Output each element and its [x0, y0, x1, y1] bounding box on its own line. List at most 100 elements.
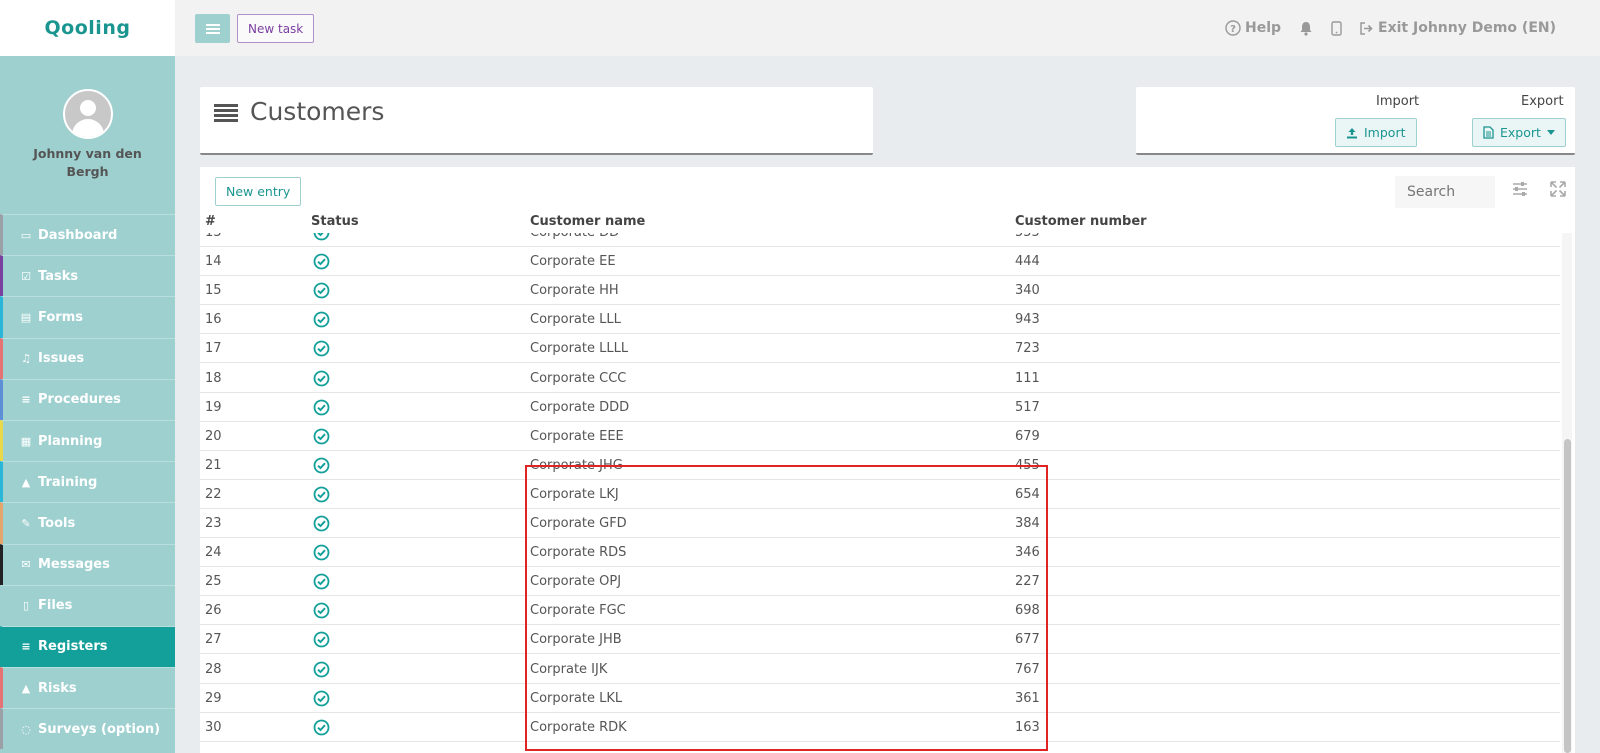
import-button[interactable]: Import — [1335, 118, 1417, 147]
row-number: 26 — [205, 603, 222, 619]
bell-icon — [1300, 21, 1312, 36]
row-number: 24 — [205, 545, 222, 561]
column-header-customer-name[interactable]: Customer name — [530, 214, 645, 229]
highlight-box — [525, 465, 1048, 751]
sidebar-item-procedures[interactable]: ≡ Procedures — [0, 378, 175, 420]
row-number: 28 — [205, 661, 222, 677]
row-number: 22 — [205, 486, 222, 502]
column-header-status[interactable]: Status — [311, 214, 359, 229]
sidebar-item-training[interactable]: ▲ Training — [0, 461, 175, 503]
app-logo[interactable]: Qooling — [45, 17, 131, 39]
customer-name: Corporate LLL — [530, 312, 621, 328]
export-button-label: Export — [1500, 125, 1541, 140]
row-number: 18 — [205, 370, 222, 386]
new-task-button[interactable]: New task — [237, 14, 315, 43]
sidebar-item-surveys-option[interactable]: ◌ Surveys (option) — [0, 708, 175, 750]
sidebar-item-label: Tasks — [38, 268, 79, 284]
expand-icon[interactable] — [1550, 181, 1566, 197]
upload-icon — [1347, 127, 1357, 138]
status-check-icon — [313, 233, 330, 241]
page-header-panel: Customers — [200, 87, 873, 155]
scrollbar-thumb[interactable] — [1564, 439, 1571, 753]
table-row[interactable]: 16 Corporate LLL 943 — [200, 305, 1560, 335]
column-header-num[interactable]: # — [205, 214, 216, 229]
warning-icon: ▲ — [21, 681, 31, 695]
sidebar-item-label: Files — [38, 598, 73, 614]
table-row[interactable]: 19 Corporate DDD 517 — [200, 393, 1560, 422]
row-number: 17 — [205, 341, 222, 357]
customer-name: Corporate EE — [530, 254, 616, 270]
table-row[interactable]: 15 Corporate HH 340 — [200, 276, 1560, 306]
customer-name: Corporate DDD — [530, 399, 630, 415]
sidebar-item-tasks[interactable]: ☑ Tasks — [0, 255, 175, 297]
row-number: 19 — [205, 399, 222, 415]
import-button-label: Import — [1364, 125, 1406, 140]
topbar: New task ? Help Exit Johnny Demo (EN) — [175, 0, 1600, 56]
customer-number: 111 — [1015, 370, 1040, 386]
envelope-icon: ✉ — [21, 558, 31, 572]
export-button[interactable]: Export — [1472, 118, 1566, 147]
customer-number: 723 — [1015, 341, 1040, 357]
table-header: # Status Customer name Customer number — [200, 211, 1560, 233]
customer-number: 679 — [1015, 428, 1040, 444]
customer-name: Corporate HH — [530, 283, 619, 299]
status-check-icon — [313, 661, 330, 677]
customer-name: Corporate CCC — [530, 370, 627, 386]
sidebar-item-risks[interactable]: ▲ Risks — [0, 667, 175, 709]
search-input[interactable] — [1395, 176, 1495, 208]
status-check-icon — [313, 399, 330, 415]
bell-icon: ♫ — [21, 352, 31, 366]
column-header-customer-number[interactable]: Customer number — [1015, 214, 1147, 229]
sidebar-item-label: Registers — [38, 639, 108, 655]
customer-number: 444 — [1015, 254, 1040, 270]
sidebar-item-label: Issues — [38, 351, 85, 367]
sidebar-item-label: Procedures — [38, 392, 121, 408]
status-check-icon — [313, 253, 330, 270]
calendar-icon: ▦ — [20, 434, 32, 448]
status-check-icon — [313, 544, 330, 561]
sidebar-item-label: Planning — [38, 433, 103, 449]
sidebar-item-forms[interactable]: ▤ Forms — [0, 296, 175, 338]
import-export-panel: Import Export Import Export — [1136, 87, 1575, 155]
row-number: 13 — [205, 233, 222, 240]
sidebar-item-dashboard[interactable]: ▭ Dashboard — [0, 214, 175, 256]
sidebar-item-registers[interactable]: ≡ Registers — [0, 625, 175, 668]
document-icon: ▤ — [20, 310, 32, 324]
mobile-button[interactable] — [1331, 20, 1342, 36]
sidebar-item-label: Surveys (option) — [38, 721, 161, 737]
sign-out-icon — [1360, 21, 1373, 35]
sidebar-item-files[interactable]: ▯ Files — [0, 584, 175, 626]
row-number: 30 — [205, 719, 222, 735]
sidebar-item-planning[interactable]: ▦ Planning — [0, 419, 175, 462]
wrench-icon: ✎ — [21, 516, 31, 530]
sidebar-item-tools[interactable]: ✎ Tools — [0, 502, 175, 544]
menu-toggle-button[interactable] — [195, 14, 230, 43]
table-row[interactable]: 18 Corporate CCC 111 — [200, 364, 1560, 393]
notifications-button[interactable] — [1299, 21, 1313, 36]
graduation-cap-icon: ▲ — [21, 475, 31, 489]
status-check-icon — [313, 311, 330, 328]
customer-name: Corporate EEE — [530, 428, 624, 444]
table-row[interactable]: 17 Corporate LLLL 723 — [200, 334, 1560, 364]
export-label: Export — [1521, 94, 1564, 109]
help-link[interactable]: ? Help — [1225, 20, 1281, 36]
sidebar-item-issues[interactable]: ♫ Issues — [0, 337, 175, 379]
status-check-icon — [313, 457, 330, 474]
user-profile: Johnny van den Bergh — [0, 56, 175, 214]
sliders-icon[interactable] — [1512, 181, 1528, 197]
table-row[interactable]: 20 Corporate EEE 679 — [200, 422, 1560, 451]
sidebar-nav: ▭ Dashboard ☑ Tasks ▤ Forms ♫ Issues ≡ Procedures… — [0, 214, 175, 750]
new-entry-button[interactable]: New entry — [215, 177, 302, 206]
row-number: 29 — [205, 690, 222, 706]
exit-link[interactable]: Exit Johnny Demo (EN) — [1360, 20, 1556, 36]
table-row[interactable]: 14 Corporate EE 444 — [200, 247, 1560, 277]
hamburger-icon — [205, 23, 220, 34]
sidebar: Qooling Johnny van den Bergh ▭ Dashboard ☑… — [0, 0, 175, 753]
file-icon — [1483, 126, 1494, 139]
row-number: 27 — [205, 632, 222, 648]
status-check-icon — [313, 428, 330, 445]
avatar[interactable] — [62, 89, 113, 139]
sidebar-item-label: Messages — [38, 557, 110, 573]
table-row[interactable]: 13 Corporate DD 555 — [200, 233, 1560, 247]
sidebar-item-messages[interactable]: ✉ Messages — [0, 543, 175, 585]
